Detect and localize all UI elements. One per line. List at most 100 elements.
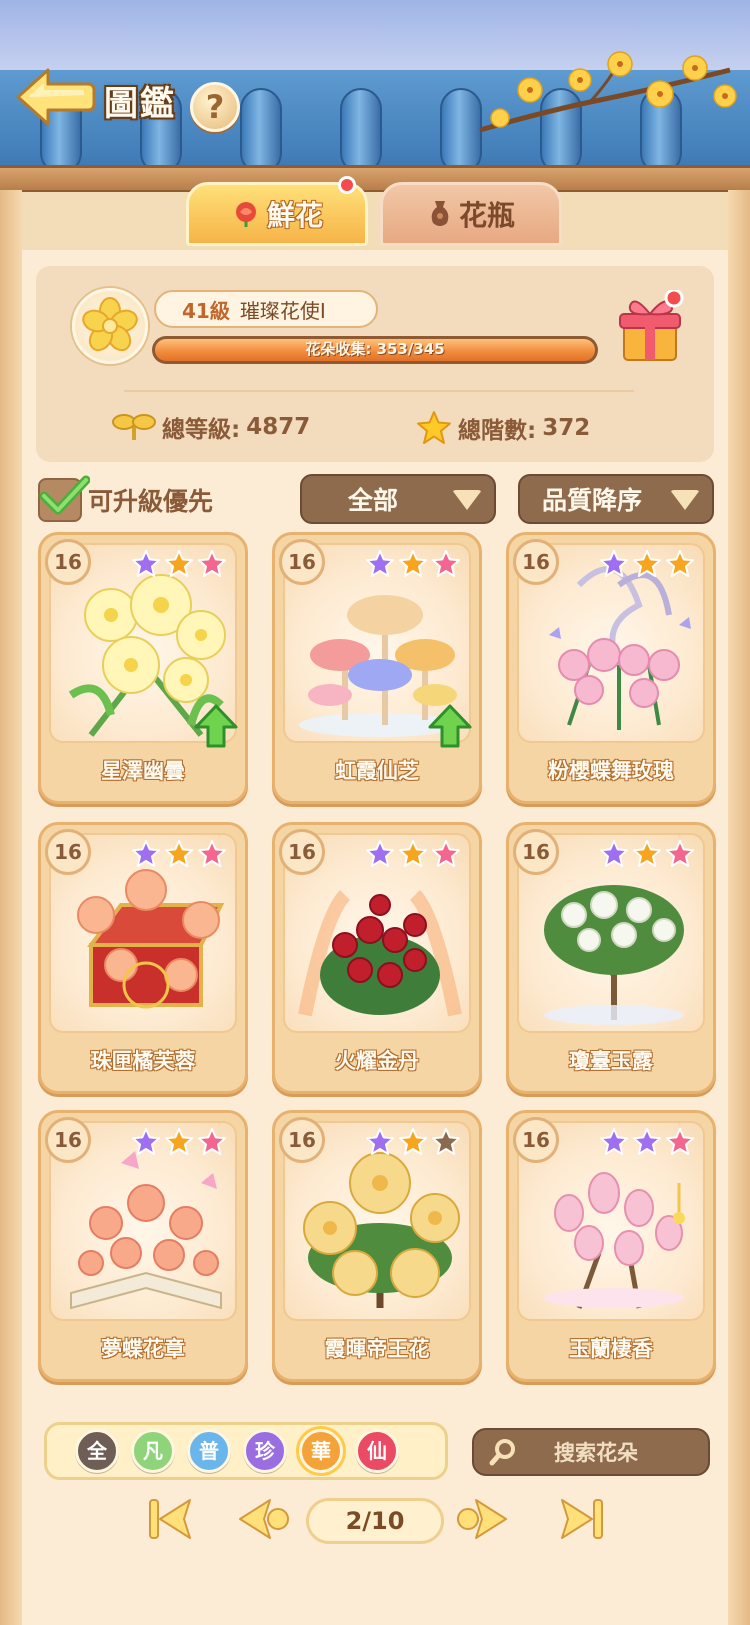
star-icon <box>366 550 394 577</box>
card-level: 16 <box>45 539 91 585</box>
star-icon <box>633 550 661 577</box>
collection-progress-label: 花朵收集: 353/345 <box>305 340 445 358</box>
chevron-down-icon <box>670 490 700 510</box>
star-icon <box>198 840 226 867</box>
star-icon <box>666 1128 694 1155</box>
flower-card[interactable]: 16 霞暉帝王花 <box>272 1110 482 1382</box>
card-name: 星澤幽曇 <box>101 759 185 783</box>
card-name: 夢蝶花章 <box>101 1337 185 1361</box>
card-stars <box>131 549 227 579</box>
star-icon <box>432 550 460 577</box>
gift-box-icon[interactable] <box>616 290 684 364</box>
star-icon <box>432 840 460 867</box>
flower-card[interactable]: 16 粉櫻蝶舞玫瑰 <box>506 532 716 804</box>
upgrade-first-label: 可升級優先 <box>88 487 214 516</box>
quality-filter-immortal[interactable]: 仙 <box>355 1429 399 1473</box>
roof-tile <box>340 88 382 174</box>
flower-card[interactable]: 16 夢蝶花章 <box>38 1110 248 1382</box>
quality-filter-splendid[interactable]: 華 <box>299 1429 343 1473</box>
quality-filter-common[interactable]: 凡 <box>131 1429 175 1473</box>
quality-filter-rare[interactable]: 珍 <box>243 1429 287 1473</box>
star-icon <box>399 840 427 867</box>
flower-card[interactable]: 16 星澤幽曇 <box>38 532 248 804</box>
card-level: 16 <box>513 829 559 875</box>
sprout-icon <box>112 414 156 440</box>
level-badge: 41級 璀璨花使I <box>154 290 378 328</box>
flower-card[interactable]: 16 玉蘭棲香 <box>506 1110 716 1382</box>
flower-card[interactable]: 16 珠匣橘芙蓉 <box>38 822 248 1094</box>
page-title: 圖鑑 <box>104 84 176 124</box>
first-page-icon[interactable] <box>146 1494 204 1544</box>
card-stars <box>365 549 461 579</box>
star-icon <box>600 550 628 577</box>
card-level: 16 <box>513 539 559 585</box>
card-level: 16 <box>279 829 325 875</box>
card-level: 16 <box>45 1117 91 1163</box>
total-level-value: 4877 <box>246 414 311 440</box>
quality-filter-all[interactable]: 全 <box>75 1429 119 1473</box>
category-dropdown[interactable]: 全部 <box>300 474 496 524</box>
page-indicator: 2/10 <box>306 1498 444 1544</box>
search-input[interactable]: 搜索花朵 <box>472 1428 710 1476</box>
star-icon <box>132 1128 160 1155</box>
upgrade-first-checkbox[interactable] <box>38 475 90 522</box>
notification-dot <box>338 176 356 194</box>
flower-card[interactable]: 16 瓊臺玉露 <box>506 822 716 1094</box>
star-icon <box>666 550 694 577</box>
star-icon <box>132 840 160 867</box>
star-icon <box>432 1128 460 1155</box>
star-icon <box>165 840 193 867</box>
flower-card[interactable]: 16 虹霞仙芝 <box>272 532 482 804</box>
card-stars <box>131 1127 227 1157</box>
upgrade-arrow-icon[interactable] <box>193 703 239 749</box>
player-level: 41級 <box>182 298 230 323</box>
card-stars <box>599 1127 695 1157</box>
star-icon <box>666 840 694 867</box>
sort-dropdown-value: 品質降序 <box>542 486 643 515</box>
last-page-icon[interactable] <box>548 1494 606 1544</box>
card-level: 16 <box>279 539 325 585</box>
upgrade-first-toggle[interactable]: 可升級優先 <box>38 475 214 522</box>
vase-icon <box>431 201 449 226</box>
frame-right <box>728 190 750 1625</box>
next-page-icon[interactable] <box>452 1494 510 1544</box>
star-icon <box>165 550 193 577</box>
upgrade-arrow-icon[interactable] <box>427 703 473 749</box>
sort-dropdown[interactable]: 品質降序 <box>518 474 714 524</box>
star-icon <box>366 1128 394 1155</box>
star-icon <box>633 1128 661 1155</box>
frame-left <box>0 190 22 1625</box>
card-stars <box>131 839 227 869</box>
tab-bar <box>22 192 728 250</box>
star-icon <box>132 550 160 577</box>
roof-beam <box>0 165 750 193</box>
back-arrow-icon[interactable] <box>14 66 96 128</box>
help-button[interactable]: ? <box>190 82 240 132</box>
search-icon <box>489 1439 515 1466</box>
star-icon <box>366 840 394 867</box>
total-stars-label: 總階數: <box>458 418 537 444</box>
total-level-label: 總等級: <box>162 417 241 443</box>
rank-title: 璀璨花使I <box>239 298 326 323</box>
roof-tile <box>240 88 282 174</box>
plum-blossom-branch-icon <box>479 51 737 133</box>
card-name: 玉蘭棲香 <box>569 1337 653 1361</box>
checkmark-icon <box>39 475 90 515</box>
quality-filter-normal[interactable]: 普 <box>187 1429 231 1473</box>
card-level: 16 <box>279 1117 325 1163</box>
total-stars-stat: 總階數: 372 <box>416 410 590 446</box>
card-name: 粉櫻蝶舞玫瑰 <box>548 759 674 783</box>
chevron-down-icon <box>452 490 482 510</box>
card-level: 16 <box>513 1117 559 1163</box>
card-stars <box>599 839 695 869</box>
summary-divider <box>124 390 634 392</box>
flower-medal-icon <box>82 297 138 352</box>
star-icon <box>417 411 451 444</box>
flower-card[interactable]: 16 火耀金丹 <box>272 822 482 1094</box>
previous-page-icon[interactable] <box>236 1494 294 1544</box>
card-level: 16 <box>45 829 91 875</box>
rose-icon <box>235 202 256 227</box>
card-stars <box>365 839 461 869</box>
tab-vases[interactable]: 花瓶 <box>380 182 562 246</box>
card-name: 霞暉帝王花 <box>324 1337 430 1361</box>
